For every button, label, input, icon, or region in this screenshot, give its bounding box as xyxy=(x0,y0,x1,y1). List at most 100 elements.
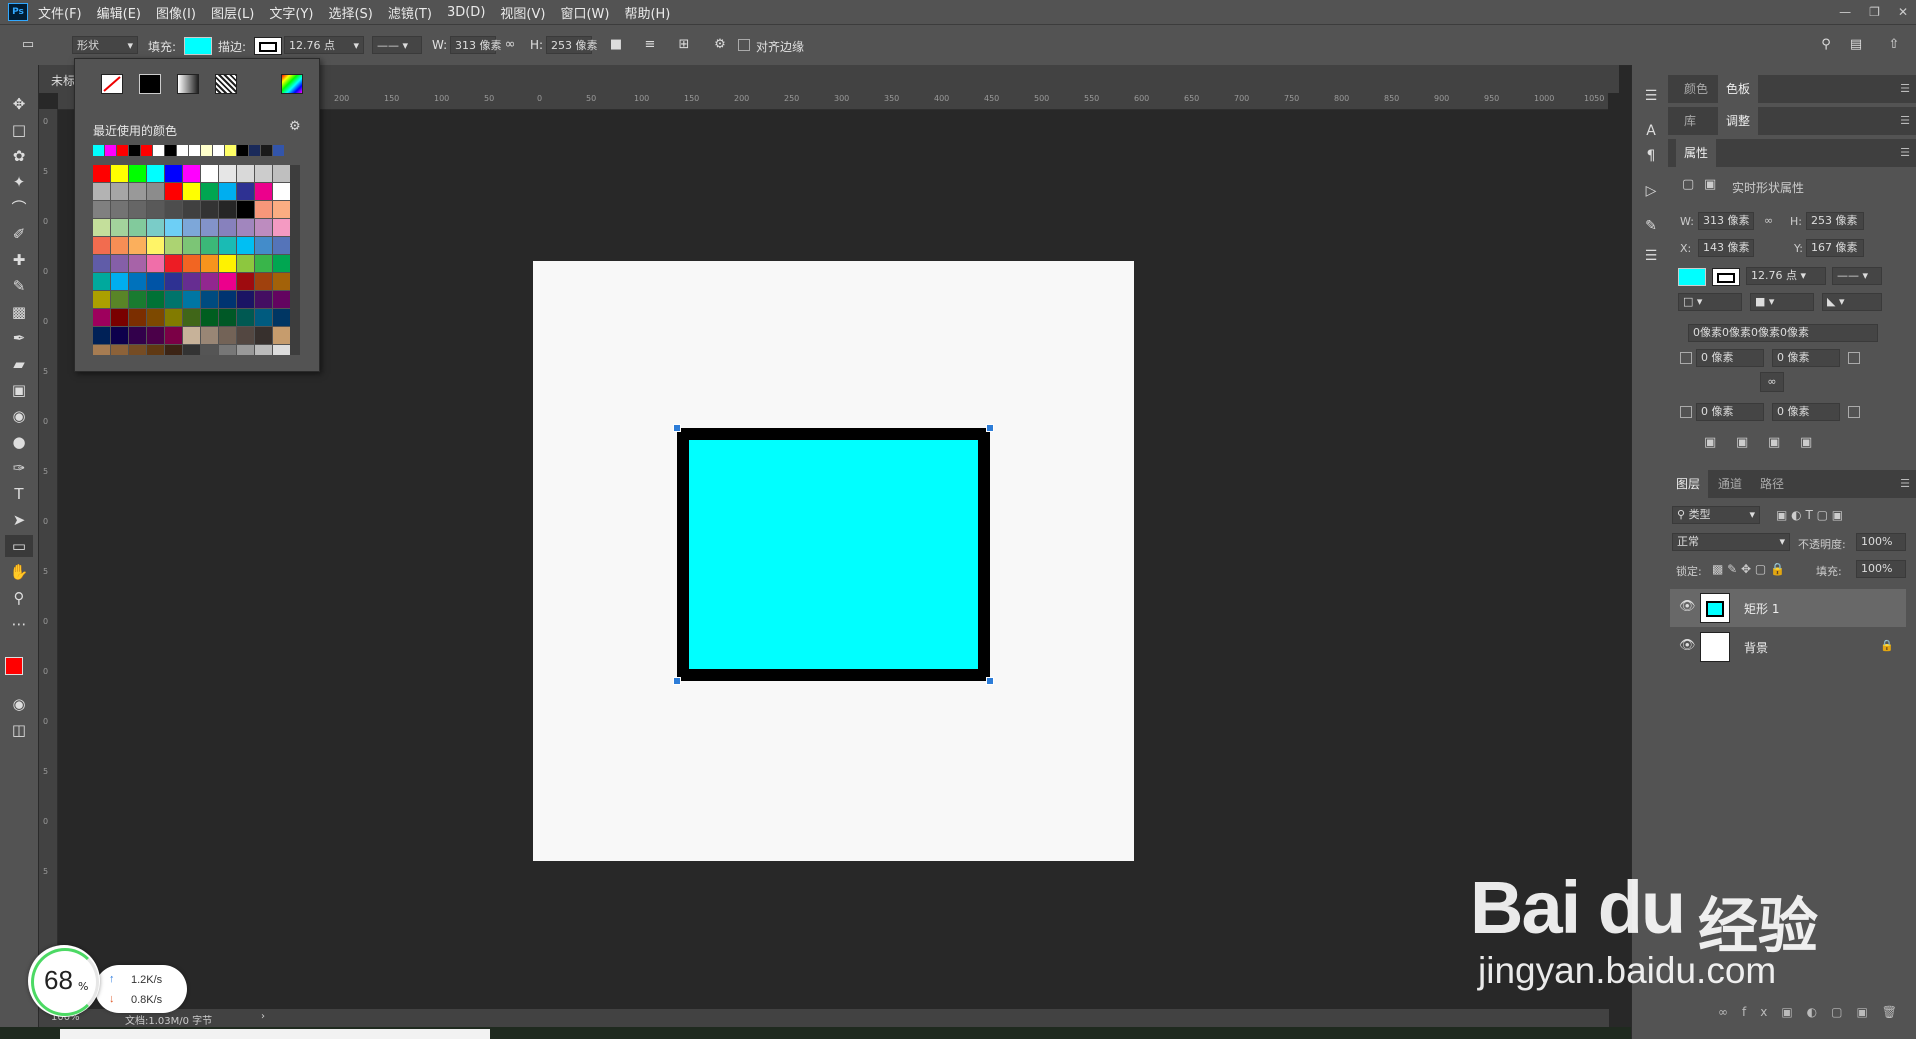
menu-type[interactable]: 文字(Y) xyxy=(269,3,313,22)
recent-color-swatch[interactable] xyxy=(201,145,212,156)
tab-swatches[interactable]: 色板 xyxy=(1718,75,1759,103)
color-swatch[interactable] xyxy=(219,255,236,272)
color-swatch[interactable] xyxy=(111,255,128,272)
layer-row[interactable]: 👁 背景 🔒 xyxy=(1670,628,1906,666)
crop-tool-icon[interactable]: ⌒ xyxy=(5,197,33,219)
color-swatch[interactable] xyxy=(111,219,128,236)
recent-color-swatch[interactable] xyxy=(237,145,248,156)
healing-brush-icon[interactable]: ✚ xyxy=(5,249,33,271)
actions-icon[interactable]: ▷ xyxy=(1640,180,1662,202)
brush-settings-icon[interactable]: ✎ xyxy=(1640,215,1662,237)
gear-icon[interactable]: ⚙ xyxy=(289,119,301,134)
rectangle-tool-icon[interactable]: ▭ xyxy=(5,535,33,557)
color-swatch[interactable] xyxy=(219,327,236,344)
color-swatch[interactable] xyxy=(111,201,128,218)
hand-tool-icon[interactable]: ✋ xyxy=(5,561,33,583)
layer-name[interactable]: 背景 xyxy=(1744,639,1768,656)
menu-select[interactable]: 选择(S) xyxy=(328,3,372,22)
color-swatch[interactable] xyxy=(165,165,182,182)
color-swatch[interactable] xyxy=(219,201,236,218)
color-swatch[interactable] xyxy=(129,327,146,344)
color-swatch[interactable] xyxy=(165,255,182,272)
recent-color-swatch[interactable] xyxy=(189,145,200,156)
color-swatch[interactable] xyxy=(237,255,254,272)
layer-filter-select[interactable]: ⚲ 类型 ▾ xyxy=(1672,506,1760,524)
color-swatch[interactable] xyxy=(255,345,272,355)
mask-icon[interactable]: ▣ xyxy=(1704,177,1716,192)
color-swatch[interactable] xyxy=(273,291,290,308)
link-icon[interactable]: ∞ xyxy=(502,37,518,53)
color-swatch[interactable] xyxy=(273,237,290,254)
recent-color-swatch[interactable] xyxy=(141,145,152,156)
color-swatch[interactable] xyxy=(255,165,272,182)
rectangle-shape[interactable] xyxy=(677,428,990,681)
corner-bl-field[interactable]: 0 像素 xyxy=(1696,403,1764,421)
gradient-button[interactable] xyxy=(177,74,199,94)
fill-opacity-field[interactable]: 100% xyxy=(1856,560,1906,578)
recent-color-swatch[interactable] xyxy=(177,145,188,156)
color-swatch[interactable] xyxy=(147,237,164,254)
corner-tr-field[interactable]: 0 像素 xyxy=(1772,349,1840,367)
corner-br-field[interactable]: 0 像素 xyxy=(1772,403,1840,421)
clone-stamp-icon[interactable]: ▩ xyxy=(5,301,33,323)
recent-color-swatch[interactable] xyxy=(249,145,260,156)
stroke-type-select[interactable]: —— ▾ xyxy=(372,36,422,54)
color-swatch[interactable] xyxy=(201,327,218,344)
solid-color-button[interactable] xyxy=(139,74,161,94)
color-swatch[interactable] xyxy=(129,273,146,290)
gradient-icon[interactable]: ▣ xyxy=(5,379,33,401)
color-swatch[interactable] xyxy=(147,273,164,290)
stroke-width-field[interactable]: 12.76 点 ▾ xyxy=(284,36,364,54)
color-swatch[interactable] xyxy=(129,201,146,218)
recent-color-swatch[interactable] xyxy=(93,145,104,156)
panel-menu-icon[interactable]: ☰ xyxy=(1900,146,1910,159)
color-swatch[interactable] xyxy=(237,327,254,344)
color-swatch[interactable] xyxy=(147,327,164,344)
color-swatch[interactable] xyxy=(201,237,218,254)
pen-tool-icon[interactable]: ✑ xyxy=(5,457,33,479)
color-swatch[interactable] xyxy=(219,309,236,326)
recent-color-swatch[interactable] xyxy=(213,145,224,156)
chevron-right-icon[interactable]: › xyxy=(261,1011,265,1022)
color-swatch[interactable] xyxy=(129,183,146,200)
color-swatch[interactable] xyxy=(255,237,272,254)
color-swatch[interactable] xyxy=(201,291,218,308)
path-arrangement-icon[interactable]: ⊞ xyxy=(676,37,692,53)
gear-icon[interactable]: ⚙ xyxy=(712,37,728,53)
color-swatch[interactable] xyxy=(129,219,146,236)
color-swatch[interactable] xyxy=(129,237,146,254)
recent-color-swatch[interactable] xyxy=(225,145,236,156)
prop-y-field[interactable]: 167 像素 xyxy=(1806,239,1864,257)
color-swatch[interactable] xyxy=(201,345,218,355)
color-swatch[interactable] xyxy=(93,219,110,236)
align-edges-checkbox[interactable] xyxy=(738,39,750,51)
prop-stroke-width[interactable]: 12.76 点 ▾ xyxy=(1746,267,1826,285)
color-swatch[interactable] xyxy=(147,165,164,182)
path-selection-icon[interactable]: ➤ xyxy=(5,509,33,531)
color-swatch[interactable] xyxy=(273,327,290,344)
color-swatch[interactable] xyxy=(183,201,200,218)
lock-icons[interactable]: ▩ ✎ ✥ ▢ 🔒 xyxy=(1712,562,1785,576)
color-swatch[interactable] xyxy=(183,291,200,308)
color-swatch[interactable] xyxy=(255,327,272,344)
stroke-corners-select[interactable]: ◣ ▾ xyxy=(1822,293,1882,311)
rectangle-tool-preset-icon[interactable]: ▭ xyxy=(20,37,36,53)
panel-menu-icon[interactable]: ☰ xyxy=(1900,477,1910,490)
stroke-align-select[interactable]: □ ▾ xyxy=(1678,293,1742,311)
color-swatch[interactable] xyxy=(237,165,254,182)
width-field[interactable]: 313 像素 xyxy=(450,36,502,54)
move-tool-icon[interactable]: ✥ xyxy=(5,93,33,115)
color-swatch[interactable] xyxy=(237,291,254,308)
minimize-icon[interactable]: — xyxy=(1839,5,1851,19)
panel-menu-icon[interactable]: ☰ xyxy=(1900,114,1910,127)
color-swatch[interactable] xyxy=(219,345,236,355)
color-swatch[interactable] xyxy=(183,309,200,326)
color-swatch[interactable] xyxy=(201,183,218,200)
color-swatch[interactable] xyxy=(165,183,182,200)
recent-color-swatch[interactable] xyxy=(273,145,284,156)
menu-image[interactable]: 图像(I) xyxy=(156,3,196,22)
color-picker-button[interactable] xyxy=(281,74,303,94)
color-swatch[interactable] xyxy=(147,255,164,272)
color-swatch[interactable] xyxy=(237,183,254,200)
color-swatch[interactable] xyxy=(273,201,290,218)
